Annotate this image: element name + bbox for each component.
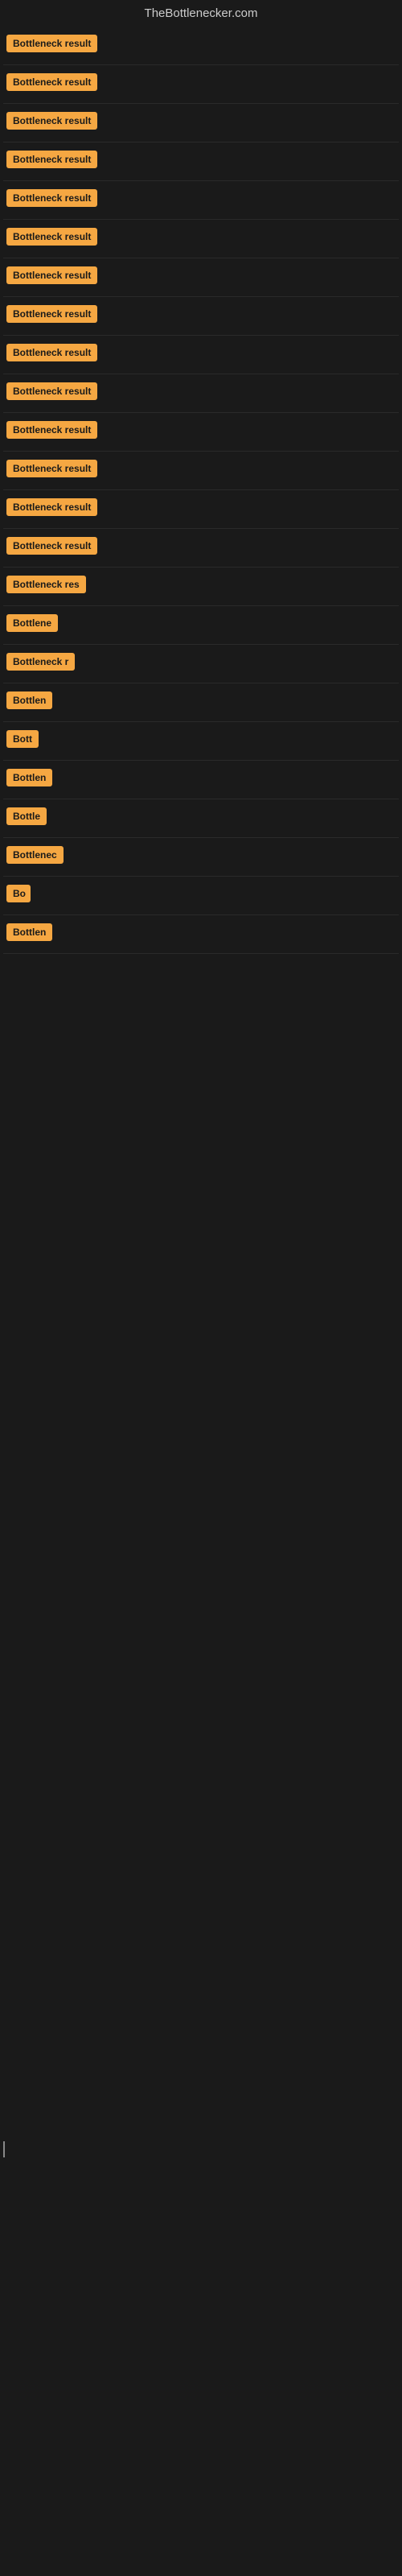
result-row-23[interactable]: Bo (3, 877, 399, 915)
result-row-15[interactable]: Bottleneck res (3, 568, 399, 606)
result-row-6[interactable]: Bottleneck result (3, 220, 399, 258)
bottleneck-label-6[interactable]: Bottleneck result (6, 228, 97, 246)
bottleneck-label-10[interactable]: Bottleneck result (6, 382, 97, 400)
result-row-2[interactable]: Bottleneck result (3, 65, 399, 104)
bottleneck-label-1[interactable]: Bottleneck result (6, 35, 97, 52)
result-row-18[interactable]: Bottlen (3, 683, 399, 722)
bottleneck-label-22[interactable]: Bottlenec (6, 846, 64, 864)
bottleneck-label-16[interactable]: Bottlene (6, 614, 58, 632)
result-row-21[interactable]: Bottle (3, 799, 399, 838)
cursor-indicator (3, 2141, 5, 2157)
bottleneck-label-4[interactable]: Bottleneck result (6, 151, 97, 168)
bottleneck-label-12[interactable]: Bottleneck result (6, 460, 97, 477)
result-row-19[interactable]: Bott (3, 722, 399, 761)
bottleneck-label-8[interactable]: Bottleneck result (6, 305, 97, 323)
results-container: Bottleneck result Bottleneck result Bottle… (0, 27, 402, 954)
bottleneck-label-18[interactable]: Bottlen (6, 691, 52, 709)
bottleneck-label-24[interactable]: Bottlen (6, 923, 52, 941)
result-row-11[interactable]: Bottleneck result (3, 413, 399, 452)
result-row-7[interactable]: Bottleneck result (3, 258, 399, 297)
site-title: TheBottlenecker.com (0, 0, 402, 27)
result-row-14[interactable]: Bottleneck result (3, 529, 399, 568)
result-row-24[interactable]: Bottlen (3, 915, 399, 954)
result-row-17[interactable]: Bottleneck r (3, 645, 399, 683)
bottleneck-label-14[interactable]: Bottleneck result (6, 537, 97, 555)
result-row-9[interactable]: Bottleneck result (3, 336, 399, 374)
bottleneck-label-7[interactable]: Bottleneck result (6, 266, 97, 284)
bottleneck-label-13[interactable]: Bottleneck result (6, 498, 97, 516)
bottleneck-label-11[interactable]: Bottleneck result (6, 421, 97, 439)
result-row-22[interactable]: Bottlenec (3, 838, 399, 877)
bottleneck-label-9[interactable]: Bottleneck result (6, 344, 97, 361)
bottleneck-label-15[interactable]: Bottleneck res (6, 576, 86, 593)
result-row-13[interactable]: Bottleneck result (3, 490, 399, 529)
bottleneck-label-3[interactable]: Bottleneck result (6, 112, 97, 130)
bottleneck-label-2[interactable]: Bottleneck result (6, 73, 97, 91)
result-row-16[interactable]: Bottlene (3, 606, 399, 645)
result-row-20[interactable]: Bottlen (3, 761, 399, 799)
result-row-8[interactable]: Bottleneck result (3, 297, 399, 336)
result-row-10[interactable]: Bottleneck result (3, 374, 399, 413)
result-row-1[interactable]: Bottleneck result (3, 27, 399, 65)
result-row-12[interactable]: Bottleneck result (3, 452, 399, 490)
bottleneck-label-17[interactable]: Bottleneck r (6, 653, 75, 671)
bottleneck-label-20[interactable]: Bottlen (6, 769, 52, 786)
bottleneck-label-21[interactable]: Bottle (6, 807, 47, 825)
result-row-5[interactable]: Bottleneck result (3, 181, 399, 220)
bottleneck-label-23[interactable]: Bo (6, 885, 31, 902)
site-header: TheBottlenecker.com (0, 0, 402, 27)
result-row-3[interactable]: Bottleneck result (3, 104, 399, 142)
bottleneck-label-19[interactable]: Bott (6, 730, 39, 748)
result-row-4[interactable]: Bottleneck result (3, 142, 399, 181)
bottleneck-label-5[interactable]: Bottleneck result (6, 189, 97, 207)
